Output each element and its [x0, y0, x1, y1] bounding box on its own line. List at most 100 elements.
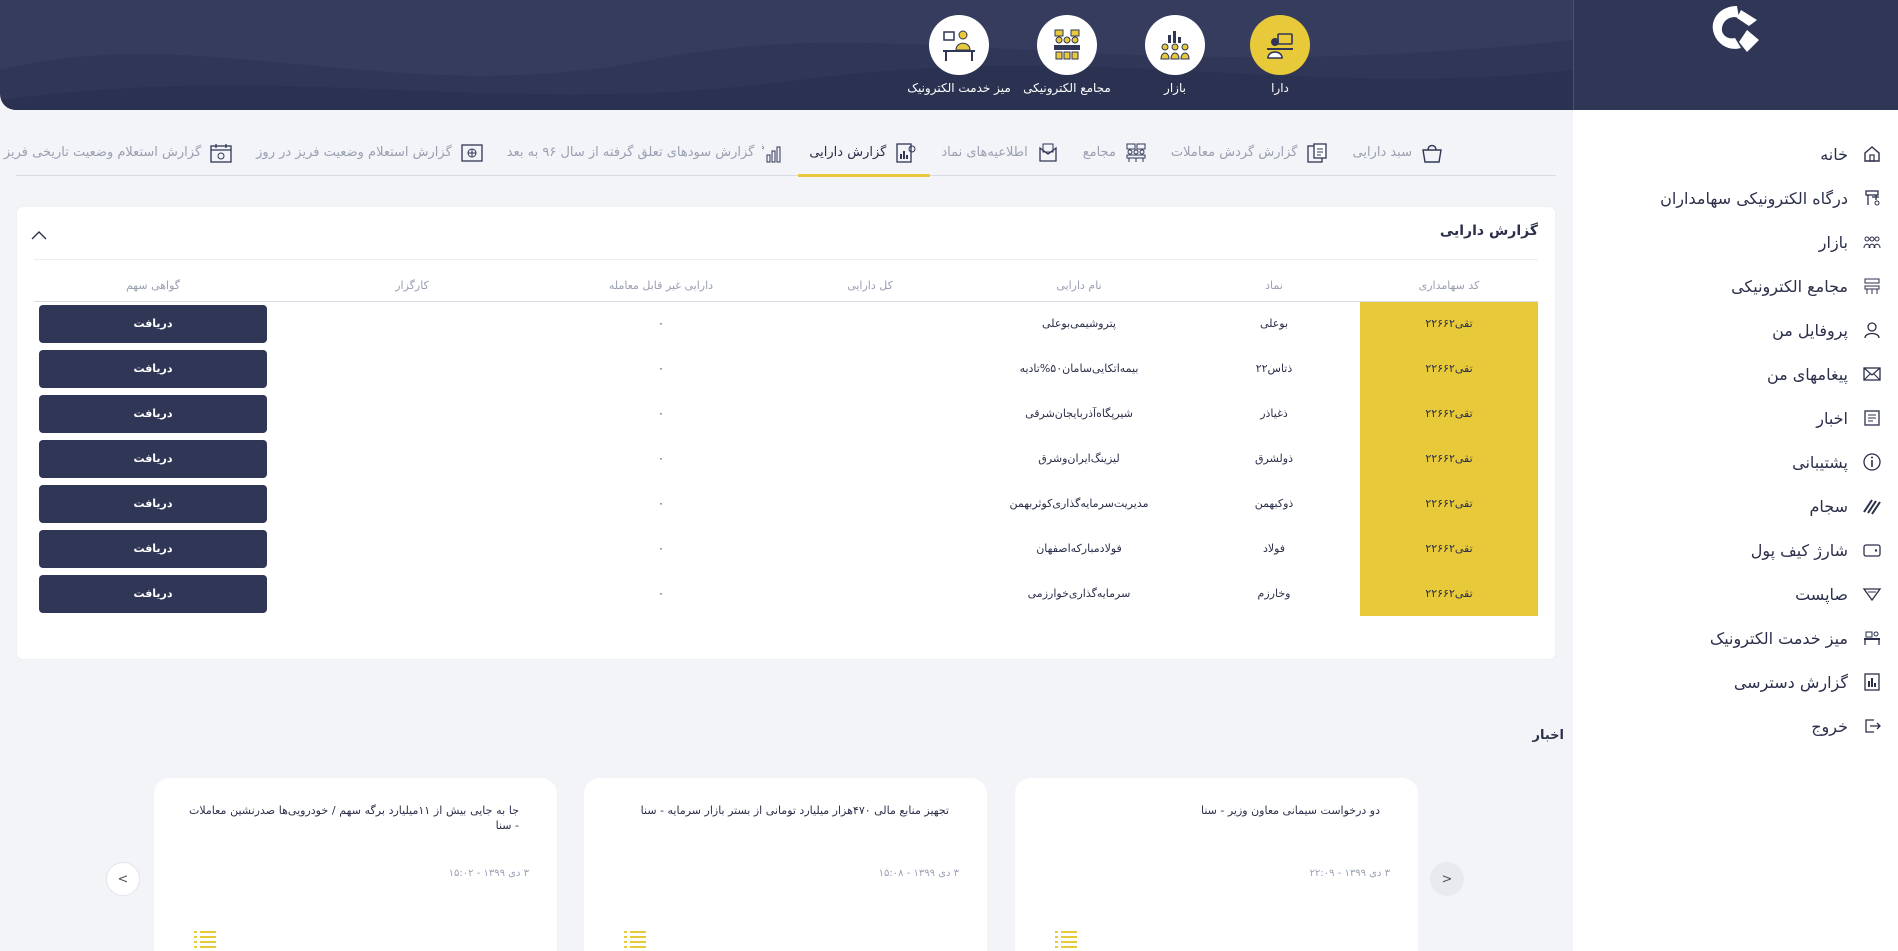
shareholder-code: تقی۲۲۶۶۲	[1360, 346, 1538, 391]
newspaper-icon	[1860, 406, 1884, 430]
certificate-cell: دریافت	[34, 301, 272, 346]
sidebar-item-sapost[interactable]: صاپست	[1573, 572, 1898, 616]
download-certificate-button[interactable]: دریافت	[39, 304, 267, 343]
non-tradable-assets: ۰	[658, 542, 664, 555]
symbol: ذتاس۲۲	[1255, 362, 1293, 375]
sidebar-item-label: اخبار	[1816, 408, 1848, 428]
news-date: ۳ دی ۱۳۹۹ - ۲۲:۰۹	[1309, 868, 1390, 879]
total-assets	[770, 391, 970, 436]
sidebar-item-gateway[interactable]: درگاه الکترونیکی سهامداران	[1573, 176, 1898, 220]
broker	[272, 571, 552, 616]
sidebar-item-news[interactable]: اخبار	[1573, 396, 1898, 440]
tab-label: گزارش استعلام وضعیت فریز در روز	[256, 145, 452, 160]
broker	[272, 301, 552, 346]
sidebar-item-home[interactable]: خانه	[1573, 132, 1898, 176]
download-certificate-button[interactable]: دریافت	[39, 349, 267, 388]
sidebar-item-messages[interactable]: پیغامهای من	[1573, 352, 1898, 396]
sidebar-item-wallet[interactable]: شارژ کیف پول	[1573, 528, 1898, 572]
top-nav-label: بازار	[1164, 81, 1186, 95]
brand-logo	[1712, 6, 1759, 52]
sidebar-item-profile[interactable]: پروفایل من	[1573, 308, 1898, 352]
top-nav-label: مجامع الکترونیکی	[1023, 81, 1111, 95]
sidebar-item-service-desk[interactable]: میز خدمت الکترونیک	[1573, 616, 1898, 660]
certificate-cell: دریافت	[34, 346, 272, 391]
symbol: ذوکبهمن	[1254, 497, 1294, 510]
tab-label: گزارش گردش معاملات	[1170, 145, 1298, 160]
sidebar-logo-area	[1573, 0, 1898, 110]
tab-dividends-report[interactable]: % گزارش سودهای تعلق گرفته از سال ۹۶ به ب…	[496, 130, 799, 176]
meeting-icon	[1037, 15, 1097, 75]
report-tabs: سبد دارایی گزارش گردش معاملات مجامع اطلا…	[4, 130, 1556, 177]
certificate-cell: دریافت	[34, 526, 272, 571]
freeze-history-icon	[208, 140, 234, 166]
top-header: دارا بازار مجامع الکترونیکی میز خدمت الک…	[0, 0, 1573, 110]
shareholder-code: تقی۲۲۶۶۲	[1360, 391, 1538, 436]
news-card[interactable]: تجهیز منابع مالی ۴۷۰هزار میلیارد تومانی …	[584, 778, 987, 951]
download-certificate-button[interactable]: دریافت	[39, 574, 267, 613]
symbol: بوعلی	[1259, 317, 1289, 331]
sidebar-item-support[interactable]: پشتیبانی	[1573, 440, 1898, 484]
tab-asset-basket[interactable]: سبد دارایی	[1341, 130, 1456, 176]
non-tradable-assets: ۰	[658, 497, 664, 510]
report-icon	[1860, 670, 1884, 694]
home-icon	[1860, 142, 1884, 166]
total-assets	[770, 346, 970, 391]
divider	[34, 259, 1538, 260]
info-icon	[1860, 450, 1884, 474]
news-card[interactable]: دو درخواست سیمانی معاون وزیر - سنا ۳ دی …	[1015, 778, 1418, 951]
tab-freeze-daily-report[interactable]: گزارش استعلام وضعیت فریز در روز	[245, 130, 496, 176]
download-certificate-button[interactable]: دریافت	[39, 439, 267, 478]
asset-table: کد سهامداری نماد نام دارایی کل دارایی دا…	[34, 271, 1538, 616]
sidebar: خانه درگاه الکترونیکی سهامداران بازار مج…	[1573, 0, 1898, 951]
asset-name: بیمه‌اتکایی‌سامان۵۰%تادیه	[1019, 362, 1139, 375]
list-icon	[1055, 930, 1077, 951]
broker	[272, 481, 552, 526]
table-row: تقی۲۲۶۶۲ ذتاس۲۲ بیمه‌اتکایی‌سامان۵۰%تادی…	[34, 346, 1538, 391]
logout-icon	[1860, 714, 1884, 738]
sidebar-item-label: خروج	[1811, 716, 1848, 736]
column-header: کد سهامداری	[1360, 271, 1538, 302]
column-header: دارایی غیر قابل معامله	[552, 271, 770, 302]
certificate-cell: دریافت	[34, 436, 272, 481]
tab-assemblies[interactable]: مجامع	[1072, 130, 1160, 176]
download-certificate-button[interactable]: دریافت	[39, 394, 267, 433]
download-certificate-button[interactable]: دریافت	[39, 529, 267, 568]
top-nav-service-desk[interactable]: میز خدمت الکترونیک	[894, 15, 1024, 95]
tab-asset-report[interactable]: گزارش دارایی	[798, 130, 931, 177]
sidebar-item-meetings[interactable]: مجامع الکترونیکی	[1573, 264, 1898, 308]
news-prev-button[interactable]: >	[106, 862, 140, 896]
tab-label: گزارش دارایی	[809, 145, 887, 160]
sidebar-item-label: پشتیبانی	[1792, 452, 1848, 472]
tab-symbol-announcements[interactable]: اطلاعیه‌های نماد	[930, 130, 1071, 176]
news-next-button[interactable]: <	[1430, 862, 1464, 896]
certificate-cell: دریافت	[34, 571, 272, 616]
download-certificate-button[interactable]: دریافت	[39, 484, 267, 523]
list-icon	[194, 930, 216, 951]
certificate-cell: دریافت	[34, 481, 272, 526]
chevron-up-icon[interactable]	[31, 225, 47, 244]
non-tradable-assets: ۰	[658, 587, 664, 600]
table-row: تقی۲۲۶۶۲ وخارزم سرمایه‌گذاری‌خوارزمی ۰ د…	[34, 571, 1538, 616]
tab-transactions-report[interactable]: گزارش گردش معاملات	[1160, 130, 1342, 176]
non-tradable-assets: ۰	[658, 362, 664, 375]
sidebar-item-label: صاپست	[1795, 584, 1848, 604]
news-headline: تجهیز منابع مالی ۴۷۰هزار میلیارد تومانی …	[640, 804, 949, 817]
total-assets	[770, 526, 970, 571]
top-nav: دارا بازار مجامع الکترونیکی میز خدمت الک…	[0, 15, 1573, 105]
sidebar-item-market[interactable]: بازار	[1573, 220, 1898, 264]
sidebar-item-access-report[interactable]: گزارش دسترسی	[1573, 660, 1898, 704]
sidebar-item-logout[interactable]: خروج	[1573, 704, 1898, 748]
sidebar-item-sejam[interactable]: سجام	[1573, 484, 1898, 528]
news-date: ۳ دی ۱۳۹۹ - ۱۵:۰۲	[448, 868, 529, 879]
wallet-icon	[1860, 538, 1884, 562]
chevron-icon: <	[1441, 871, 1453, 887]
envelope-icon	[1860, 362, 1884, 386]
sidebar-menu: خانه درگاه الکترونیکی سهامداران بازار مج…	[1573, 132, 1898, 748]
tab-freeze-history-report[interactable]: گزارش استعلام وضعیت تاریخی فریز	[0, 130, 245, 176]
table-row: تقی۲۲۶۶۲ فولاد فولادمبارکه‌اصفهان ۰ دریا…	[34, 526, 1538, 571]
shareholder-code: تقی۲۲۶۶۲	[1360, 301, 1538, 346]
non-tradable-assets: ۰	[658, 452, 664, 465]
asset-name: پتروشیمی‌بوعلی	[1042, 317, 1116, 331]
sidebar-item-label: خانه	[1820, 144, 1848, 164]
news-card[interactable]: جا به جایی بیش از ۱۱میلیارد برگه سهم / خ…	[154, 778, 557, 951]
